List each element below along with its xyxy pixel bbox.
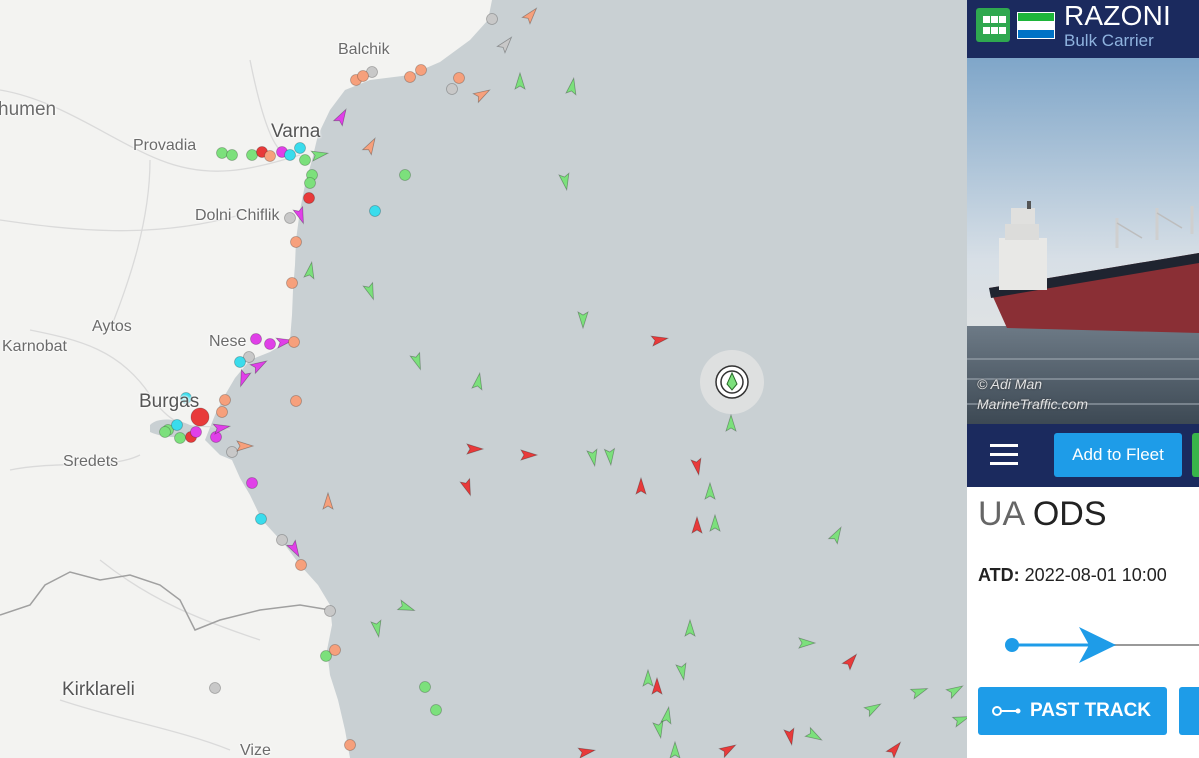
ship-marker-tug[interactable]	[288, 336, 300, 348]
place-label-vize: Vize	[240, 742, 271, 758]
ship-marker-cargo[interactable]	[226, 149, 238, 161]
ship-marker-unknown[interactable]	[209, 682, 221, 694]
ship-marker-passenger[interactable]	[294, 142, 306, 154]
photo-credit: © Adi Man MarineTraffic.com	[977, 376, 1088, 412]
place-label-karnobat: Karnobat	[2, 338, 67, 355]
vessel-panel: RAZONI Bulk Carrier © Adi Man MarineTraf…	[967, 0, 1199, 758]
ship-marker-unknown[interactable]	[276, 534, 288, 546]
ship-marker-unknown[interactable]	[324, 605, 336, 617]
ship-marker-tug[interactable]	[219, 394, 231, 406]
ship-marker-unknown[interactable]	[284, 212, 296, 224]
place-label-provadia: Provadia	[133, 137, 197, 154]
ship-marker-cargo[interactable]	[174, 432, 186, 444]
ship-marker-pleasure[interactable]	[264, 338, 276, 350]
map-view[interactable]: Balchik humen Provadia Varna Dolni Chifl…	[0, 0, 967, 758]
ship-marker-passenger[interactable]	[369, 205, 381, 217]
ship-marker-unknown[interactable]	[486, 13, 498, 25]
ship-marker-cargo[interactable]	[299, 154, 311, 166]
ship-marker-tug[interactable]	[290, 236, 302, 248]
selected-vessel-marker[interactable]	[700, 350, 764, 414]
voyage-progress	[1005, 627, 1199, 663]
ship-marker-tug[interactable]	[404, 71, 416, 83]
secondary-action-button[interactable]	[1179, 687, 1199, 735]
ship-marker-tug[interactable]	[344, 739, 356, 751]
past-track-label: PAST TRACK	[1030, 700, 1152, 721]
place-label-kirklareli: Kirklareli	[62, 679, 135, 700]
ship-marker-tug[interactable]	[453, 72, 465, 84]
ship-marker-pleasure[interactable]	[250, 333, 262, 345]
ship-marker-tanker[interactable]	[303, 192, 315, 204]
ship-marker-tug[interactable]	[295, 559, 307, 571]
map-canvas[interactable]	[0, 0, 967, 758]
ship-marker-tug[interactable]	[264, 150, 276, 162]
ship-marker-unknown[interactable]	[446, 83, 458, 95]
ship-marker-tug[interactable]	[415, 64, 427, 76]
place-label-sredets: Sredets	[63, 453, 119, 470]
ship-marker-unknown[interactable]	[226, 446, 238, 458]
place-label-aytos: Aytos	[92, 318, 132, 335]
ship-marker-tug[interactable]	[286, 277, 298, 289]
vessel-photo[interactable]: © Adi Man MarineTraffic.com	[967, 58, 1199, 424]
ship-marker-tug[interactable]	[216, 406, 228, 418]
ship-marker-tug[interactable]	[329, 644, 341, 656]
vessel-header: RAZONI Bulk Carrier	[967, 0, 1199, 58]
place-label-balchik: Balchik	[338, 41, 390, 58]
place-label-dolni-chiflik: Dolni Chiflik	[195, 207, 280, 224]
ship-marker-cargo[interactable]	[159, 426, 171, 438]
menu-icon[interactable]	[967, 424, 1039, 487]
place-label-burgas: Burgas	[139, 391, 200, 412]
ship-marker-pleasure[interactable]	[246, 477, 258, 489]
atd-row: ATD: 2022-08-01 10:00	[978, 565, 1167, 586]
place-label-varna: Varna	[271, 121, 321, 142]
route-ports: UA ODS	[978, 495, 1107, 534]
ship-marker-tug[interactable]	[290, 395, 302, 407]
ship-marker-cargo[interactable]	[246, 149, 258, 161]
route-to[interactable]: ODS	[1033, 495, 1107, 533]
vessel-name: RAZONI	[1064, 0, 1171, 31]
ship-marker-passenger[interactable]	[171, 419, 183, 431]
ship-marker-cargo[interactable]	[216, 147, 228, 159]
place-label-shumen: humen	[0, 99, 57, 120]
past-track-button[interactable]: PAST TRACK	[978, 687, 1167, 735]
vessel-type: Bulk Carrier	[1064, 31, 1154, 50]
atd-label: ATD:	[978, 565, 1020, 585]
ship-marker-passenger[interactable]	[234, 356, 246, 368]
toolbar-green-button[interactable]	[1192, 433, 1199, 477]
vessel-toolbar: Add to Fleet	[967, 424, 1199, 487]
route-from: UA	[978, 495, 1024, 533]
ship-marker-cargo[interactable]	[430, 704, 442, 716]
ship-marker-cargo[interactable]	[419, 681, 431, 693]
past-track-icon	[992, 706, 1021, 716]
flag-icon	[1017, 12, 1055, 39]
place-label-nesebar: Nese	[209, 333, 247, 350]
ship-marker-passenger[interactable]	[284, 149, 296, 161]
atd-value: 2022-08-01 10:00	[1024, 565, 1167, 585]
ship-marker-cargo[interactable]	[399, 169, 411, 181]
add-to-fleet-button[interactable]: Add to Fleet	[1054, 433, 1182, 477]
ship-marker-cargo[interactable]	[304, 177, 316, 189]
ship-marker-pleasure[interactable]	[190, 426, 202, 438]
ship-marker-tug[interactable]	[357, 70, 369, 82]
grid-icon[interactable]	[976, 8, 1010, 42]
ship-marker-passenger[interactable]	[255, 513, 267, 525]
